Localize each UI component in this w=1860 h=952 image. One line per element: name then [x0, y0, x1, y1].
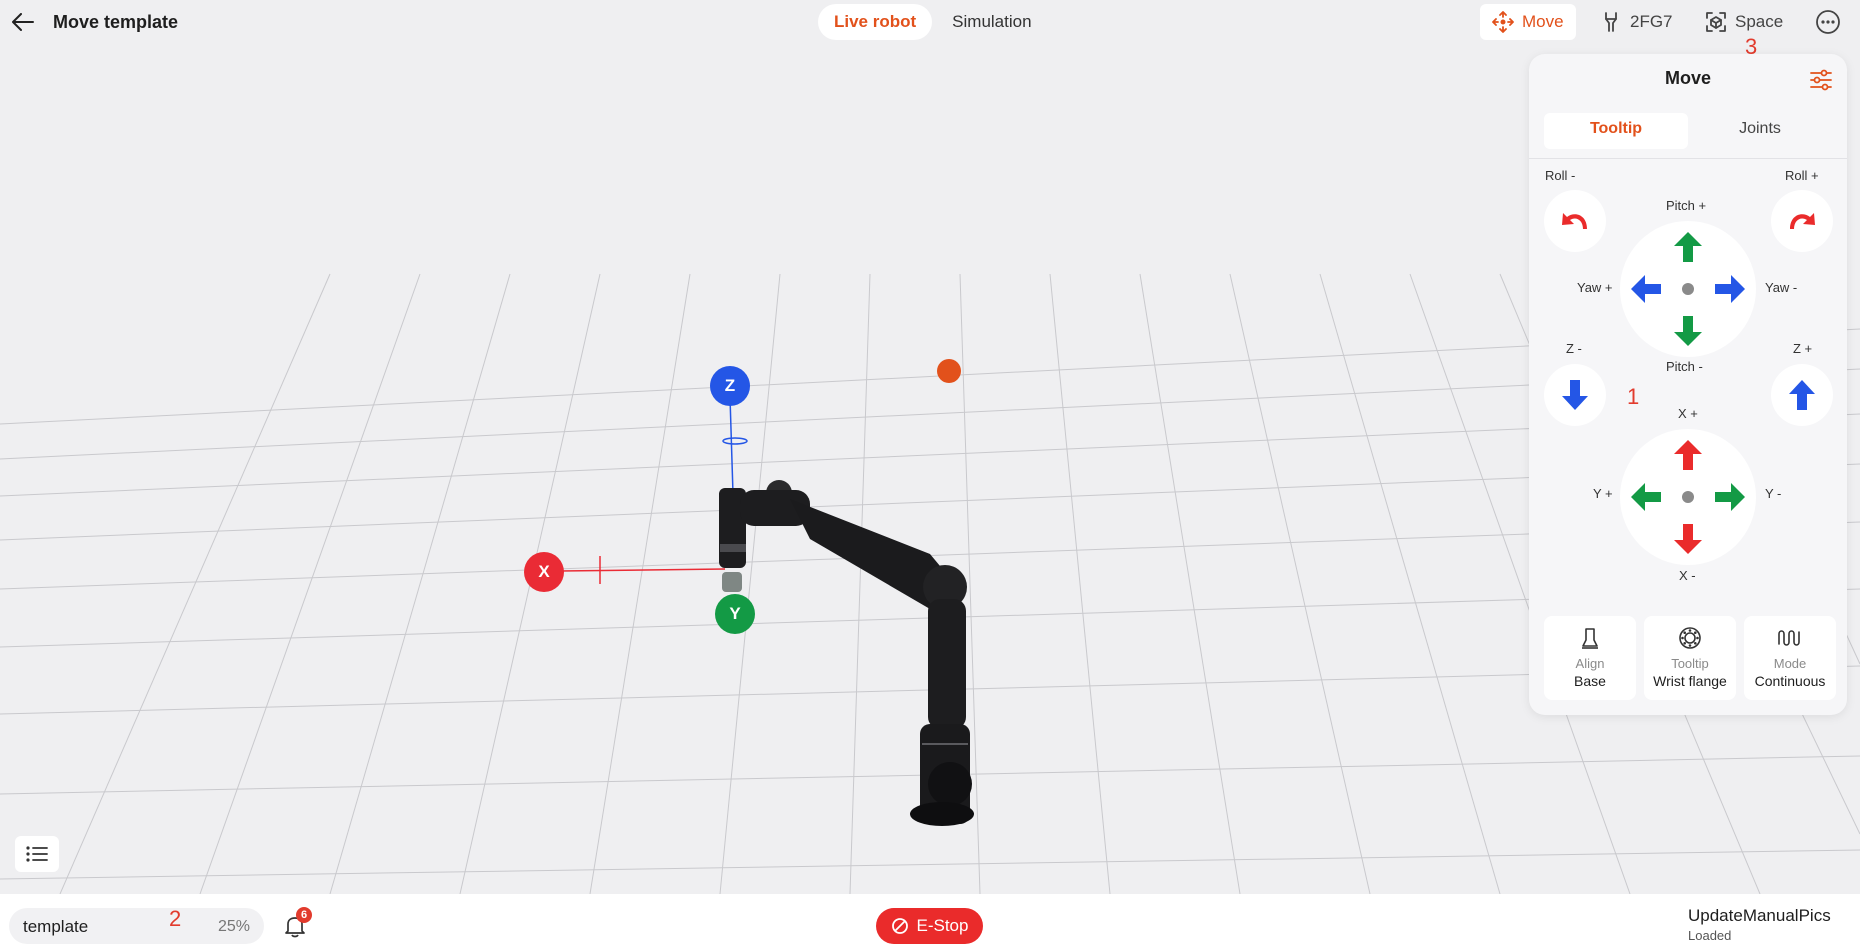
move-panel: Move Tooltip Joints Roll - Roll + Pitch … — [1529, 54, 1847, 715]
annotation-2: 2 — [169, 906, 182, 931]
tooltip-value: Wrist flange — [1653, 673, 1727, 689]
mode-caption: Mode — [1773, 656, 1807, 671]
pitch-plus-label: Pitch + — [1666, 198, 1707, 213]
target-point — [937, 359, 961, 383]
space-icon — [1706, 12, 1726, 32]
y-minus-label: Y - — [1765, 486, 1782, 501]
mode-card[interactable]: Mode Continuous — [1744, 616, 1836, 700]
roll-minus-label: Roll - — [1545, 168, 1576, 183]
robot-arm — [719, 480, 974, 826]
robot-info: UpdateManualPics Loaded — [1688, 906, 1831, 943]
speed-value: 25% — [217, 918, 250, 935]
x-plus-label: X + — [1678, 406, 1698, 421]
translation-pad — [1620, 429, 1756, 565]
panel-title: Move — [1664, 68, 1711, 88]
page-title: Move template — [53, 12, 179, 32]
gripper-label: 2FG7 — [1630, 12, 1673, 31]
list-icon — [26, 846, 48, 862]
move-button[interactable]: Move — [1480, 4, 1576, 40]
tab-tooltip[interactable]: Tooltip — [1544, 113, 1688, 149]
z-axis-handle[interactable]: Z — [710, 366, 750, 406]
robot-status: Loaded — [1688, 928, 1732, 943]
mode-switch: Live robot Simulation — [818, 4, 1048, 40]
y-axis-handle[interactable]: Y — [715, 594, 755, 634]
top-bar: Move template Live robot Simulation Move… — [0, 0, 1860, 59]
y-plus-label: Y + — [1593, 486, 1613, 501]
wave-icon — [1778, 630, 1800, 646]
panel-tabs: Tooltip Joints — [1544, 113, 1832, 149]
rotate-right-icon — [1790, 213, 1815, 229]
back-arrow-icon[interactable] — [10, 9, 36, 35]
align-caption: Align — [1575, 656, 1605, 671]
x-minus-label: X - — [1679, 568, 1696, 583]
y-plus-button[interactable] — [1628, 479, 1664, 515]
arrow-left-icon — [1631, 483, 1661, 511]
x-minus-button[interactable] — [1670, 521, 1706, 557]
space-label: Space — [1735, 12, 1784, 31]
roll-plus-button[interactable] — [1771, 190, 1833, 252]
arrow-down-icon — [1562, 380, 1588, 410]
arrow-up-icon — [1674, 232, 1702, 262]
x-axis-line — [559, 568, 726, 572]
arrow-right-icon — [1715, 483, 1745, 511]
notification-badge: 6 — [296, 907, 312, 923]
bottom-bar: template 25% 2 6 E-Stop UpdateManualPics… — [0, 894, 1860, 952]
roll-plus-label: Roll + — [1785, 168, 1819, 183]
estop-button[interactable]: E-Stop — [876, 908, 983, 944]
pitch-minus-button[interactable] — [1670, 313, 1706, 349]
arrow-up-icon — [1674, 440, 1702, 470]
flange-icon — [1679, 627, 1701, 649]
z-plus-button[interactable] — [1771, 364, 1833, 426]
pitch-minus-label: Pitch - — [1666, 359, 1703, 374]
z-rotation-ring — [722, 437, 748, 445]
tab-live-robot[interactable]: Live robot — [818, 4, 933, 40]
option-cards: Align Base Tooltip Wrist flange Mode Con… — [1544, 616, 1836, 700]
x-plus-button[interactable] — [1670, 437, 1706, 473]
tab-simulation[interactable]: Simulation — [936, 4, 1047, 40]
robot-name: UpdateManualPics — [1688, 906, 1831, 925]
program-name: template — [23, 917, 89, 936]
yaw-plus-label: Yaw + — [1577, 280, 1613, 295]
program-selector[interactable]: template 25% — [9, 908, 264, 944]
z-axis-line — [729, 396, 734, 495]
arrow-left-icon — [1631, 275, 1661, 303]
annotation-1: 1 — [1627, 384, 1640, 409]
tooltip-caption: Tooltip — [1671, 656, 1709, 671]
arrow-down-icon — [1674, 316, 1702, 346]
gripper-icon — [1605, 12, 1617, 32]
align-value: Base — [1574, 673, 1606, 689]
roll-minus-button[interactable] — [1544, 190, 1606, 252]
more-options-icon[interactable] — [1814, 8, 1842, 36]
arrow-down-icon — [1674, 524, 1702, 554]
rotation-pad-center — [1682, 283, 1694, 295]
panel-divider — [1529, 158, 1847, 159]
estop-label: E-Stop — [916, 916, 969, 935]
pitch-plus-button[interactable] — [1670, 229, 1706, 265]
program-list-button[interactable] — [15, 836, 59, 872]
align-card[interactable]: Align Base — [1544, 616, 1636, 700]
y-minus-button[interactable] — [1712, 479, 1748, 515]
x-axis-handle[interactable]: X — [524, 552, 564, 592]
rotation-pad — [1620, 221, 1756, 357]
align-base-icon — [1582, 628, 1598, 649]
arrow-right-icon — [1715, 275, 1745, 303]
gripper-button[interactable]: 2FG7 — [1588, 4, 1685, 40]
translation-pad-center — [1682, 491, 1694, 503]
sliders-settings-icon[interactable] — [1807, 66, 1835, 94]
rotate-left-icon — [1562, 213, 1587, 229]
tooltip-card[interactable]: Tooltip Wrist flange — [1644, 616, 1736, 700]
move-button-label: Move — [1522, 12, 1564, 31]
mode-value: Continuous — [1754, 673, 1826, 689]
move-icon — [1492, 11, 1514, 33]
z-plus-label: Z + — [1793, 341, 1813, 356]
z-minus-label: Z - — [1566, 341, 1582, 356]
yaw-plus-button[interactable] — [1628, 271, 1664, 307]
yaw-minus-label: Yaw - — [1765, 280, 1798, 295]
tab-joints[interactable]: Joints — [1688, 113, 1832, 149]
yaw-minus-button[interactable] — [1712, 271, 1748, 307]
arrow-up-icon — [1789, 380, 1815, 410]
z-minus-button[interactable] — [1544, 364, 1606, 426]
stop-icon — [891, 918, 908, 934]
